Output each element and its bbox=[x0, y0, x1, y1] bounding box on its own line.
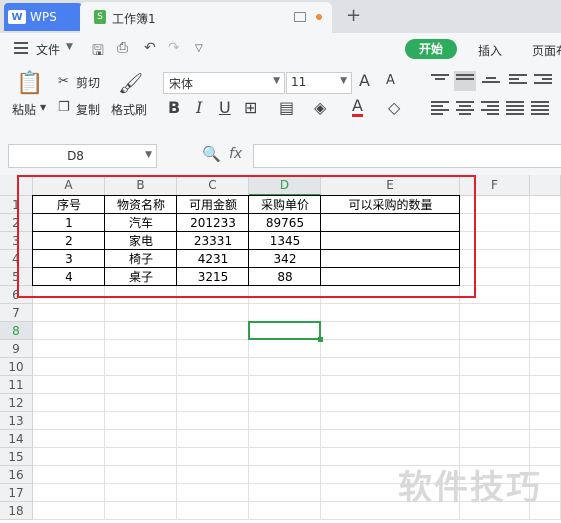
row-header-12[interactable]: 12 bbox=[0, 394, 33, 412]
row-header-8[interactable]: 8 bbox=[0, 322, 33, 340]
decrease-indent-icon[interactable] bbox=[509, 74, 527, 88]
title-bar: W WPS S 工作簿1 + bbox=[0, 0, 561, 33]
formula-input[interactable] bbox=[253, 144, 561, 168]
font-size-value: 11 bbox=[291, 75, 307, 89]
format-painter-button[interactable]: 格式刷 bbox=[111, 101, 147, 118]
row-header-7[interactable]: 7 bbox=[0, 304, 33, 322]
align-center-icon[interactable] bbox=[456, 101, 474, 115]
name-box[interactable]: D8 ▼ bbox=[8, 144, 157, 168]
name-box-value: D8 bbox=[67, 149, 84, 163]
row-header-17[interactable]: 17 bbox=[0, 484, 33, 502]
document-tab[interactable]: S 工作簿1 bbox=[80, 2, 332, 33]
row-header-11[interactable]: 11 bbox=[0, 376, 33, 394]
cell-style-icon[interactable]: ▤ bbox=[279, 98, 294, 117]
align-top-icon[interactable] bbox=[431, 74, 449, 88]
fx-button[interactable]: fx bbox=[229, 146, 242, 162]
underline-button[interactable]: U bbox=[219, 98, 231, 117]
scissors-icon[interactable]: ✂ bbox=[58, 74, 69, 89]
row-header-9[interactable]: 9 bbox=[0, 340, 33, 358]
align-right-icon[interactable] bbox=[481, 101, 499, 115]
italic-button[interactable]: I bbox=[196, 98, 202, 117]
hamburger-icon[interactable] bbox=[14, 42, 28, 54]
eraser-icon[interactable]: ◇ bbox=[388, 98, 400, 117]
undo-icon[interactable]: ↶ bbox=[144, 40, 156, 56]
tab-page-layout[interactable]: 页面布 bbox=[532, 42, 561, 59]
chevron-down-icon: ▼ bbox=[145, 150, 152, 160]
distributed-icon[interactable] bbox=[531, 101, 549, 115]
tab-insert[interactable]: 插入 bbox=[478, 42, 502, 59]
format-painter-icon[interactable]: 🖌 bbox=[118, 71, 143, 95]
grid-line bbox=[33, 375, 561, 376]
font-size-select[interactable]: 11 ▼ bbox=[286, 72, 352, 94]
borders-icon[interactable]: ⊞ bbox=[244, 98, 257, 117]
grid-line bbox=[33, 393, 561, 394]
column-header-filler bbox=[530, 175, 561, 196]
chevron-down-icon: ▼ bbox=[340, 76, 347, 86]
save-icon[interactable]: 🖫 bbox=[92, 40, 104, 64]
chevron-down-icon[interactable]: ▼ bbox=[66, 42, 73, 52]
align-left-icon[interactable] bbox=[431, 101, 449, 115]
grid-line bbox=[33, 429, 561, 430]
paste-button[interactable]: 粘贴 bbox=[12, 101, 36, 118]
bold-button[interactable]: B bbox=[168, 98, 180, 117]
copy-icon[interactable]: ❐ bbox=[58, 100, 70, 115]
fill-handle[interactable] bbox=[318, 337, 323, 342]
row-header-16[interactable]: 16 bbox=[0, 466, 33, 484]
row-header-15[interactable]: 15 bbox=[0, 448, 33, 466]
unsaved-dot-icon bbox=[316, 14, 322, 20]
zoom-icon[interactable]: 🔍 bbox=[202, 145, 221, 163]
app-name: WPS bbox=[30, 10, 57, 24]
grid-line bbox=[33, 447, 561, 448]
paste-icon[interactable]: 📋 bbox=[16, 71, 43, 96]
document-title: 工作簿1 bbox=[112, 12, 156, 26]
print-icon[interactable]: ⎙ bbox=[117, 40, 128, 56]
watermark: 软件技巧 bbox=[398, 468, 542, 508]
align-middle-icon[interactable] bbox=[454, 71, 476, 91]
paste-dropdown-icon[interactable]: ▼ bbox=[40, 103, 46, 112]
row-header-14[interactable]: 14 bbox=[0, 430, 33, 448]
grid-line bbox=[33, 411, 561, 412]
increase-indent-icon[interactable] bbox=[534, 74, 552, 88]
spreadsheet-icon: S bbox=[94, 10, 106, 24]
copy-button[interactable]: 复制 bbox=[76, 101, 100, 118]
grid-line bbox=[33, 519, 561, 520]
chevron-down-icon: ▼ bbox=[273, 76, 280, 86]
active-cell[interactable] bbox=[248, 321, 321, 340]
row-header-18[interactable]: 18 bbox=[0, 502, 33, 520]
font-color-button[interactable]: A bbox=[352, 98, 363, 117]
grow-font-button[interactable]: A bbox=[359, 71, 370, 90]
ribbon: 📋 粘贴 ▼ ✂ 剪切 ❐ 复制 🖌 格式刷 宋体 ▼ 11 ▼ A A B I… bbox=[0, 65, 561, 134]
justify-icon[interactable] bbox=[506, 101, 524, 115]
file-menu[interactable]: 文件 bbox=[36, 41, 60, 58]
highlight-box bbox=[17, 175, 476, 298]
redo-icon[interactable]: ↷ bbox=[168, 40, 180, 56]
tab-start[interactable]: 开始 bbox=[405, 39, 457, 59]
row-header-10[interactable]: 10 bbox=[0, 358, 33, 376]
customize-icon[interactable]: ▽ bbox=[195, 43, 203, 54]
menu-bar: 文件 ▼ 🖫 ⎙ ↶ ↷ ▽ 开始 插入 页面布 bbox=[0, 33, 561, 65]
shrink-font-button[interactable]: A bbox=[386, 73, 395, 88]
font-name-select[interactable]: 宋体 ▼ bbox=[163, 72, 285, 94]
new-tab-button[interactable]: + bbox=[346, 5, 361, 26]
cut-button[interactable]: 剪切 bbox=[76, 74, 100, 91]
row-header-13[interactable]: 13 bbox=[0, 412, 33, 430]
wps-home-tab[interactable]: W WPS bbox=[8, 4, 57, 30]
align-bottom-icon[interactable] bbox=[482, 77, 500, 91]
grid-line bbox=[33, 303, 561, 304]
wps-logo-icon: W bbox=[8, 10, 26, 24]
font-name-value: 宋体 bbox=[169, 77, 194, 91]
window-icon[interactable] bbox=[294, 12, 306, 22]
grid-line bbox=[33, 357, 561, 358]
fill-color-icon[interactable]: ◈ bbox=[314, 98, 326, 117]
